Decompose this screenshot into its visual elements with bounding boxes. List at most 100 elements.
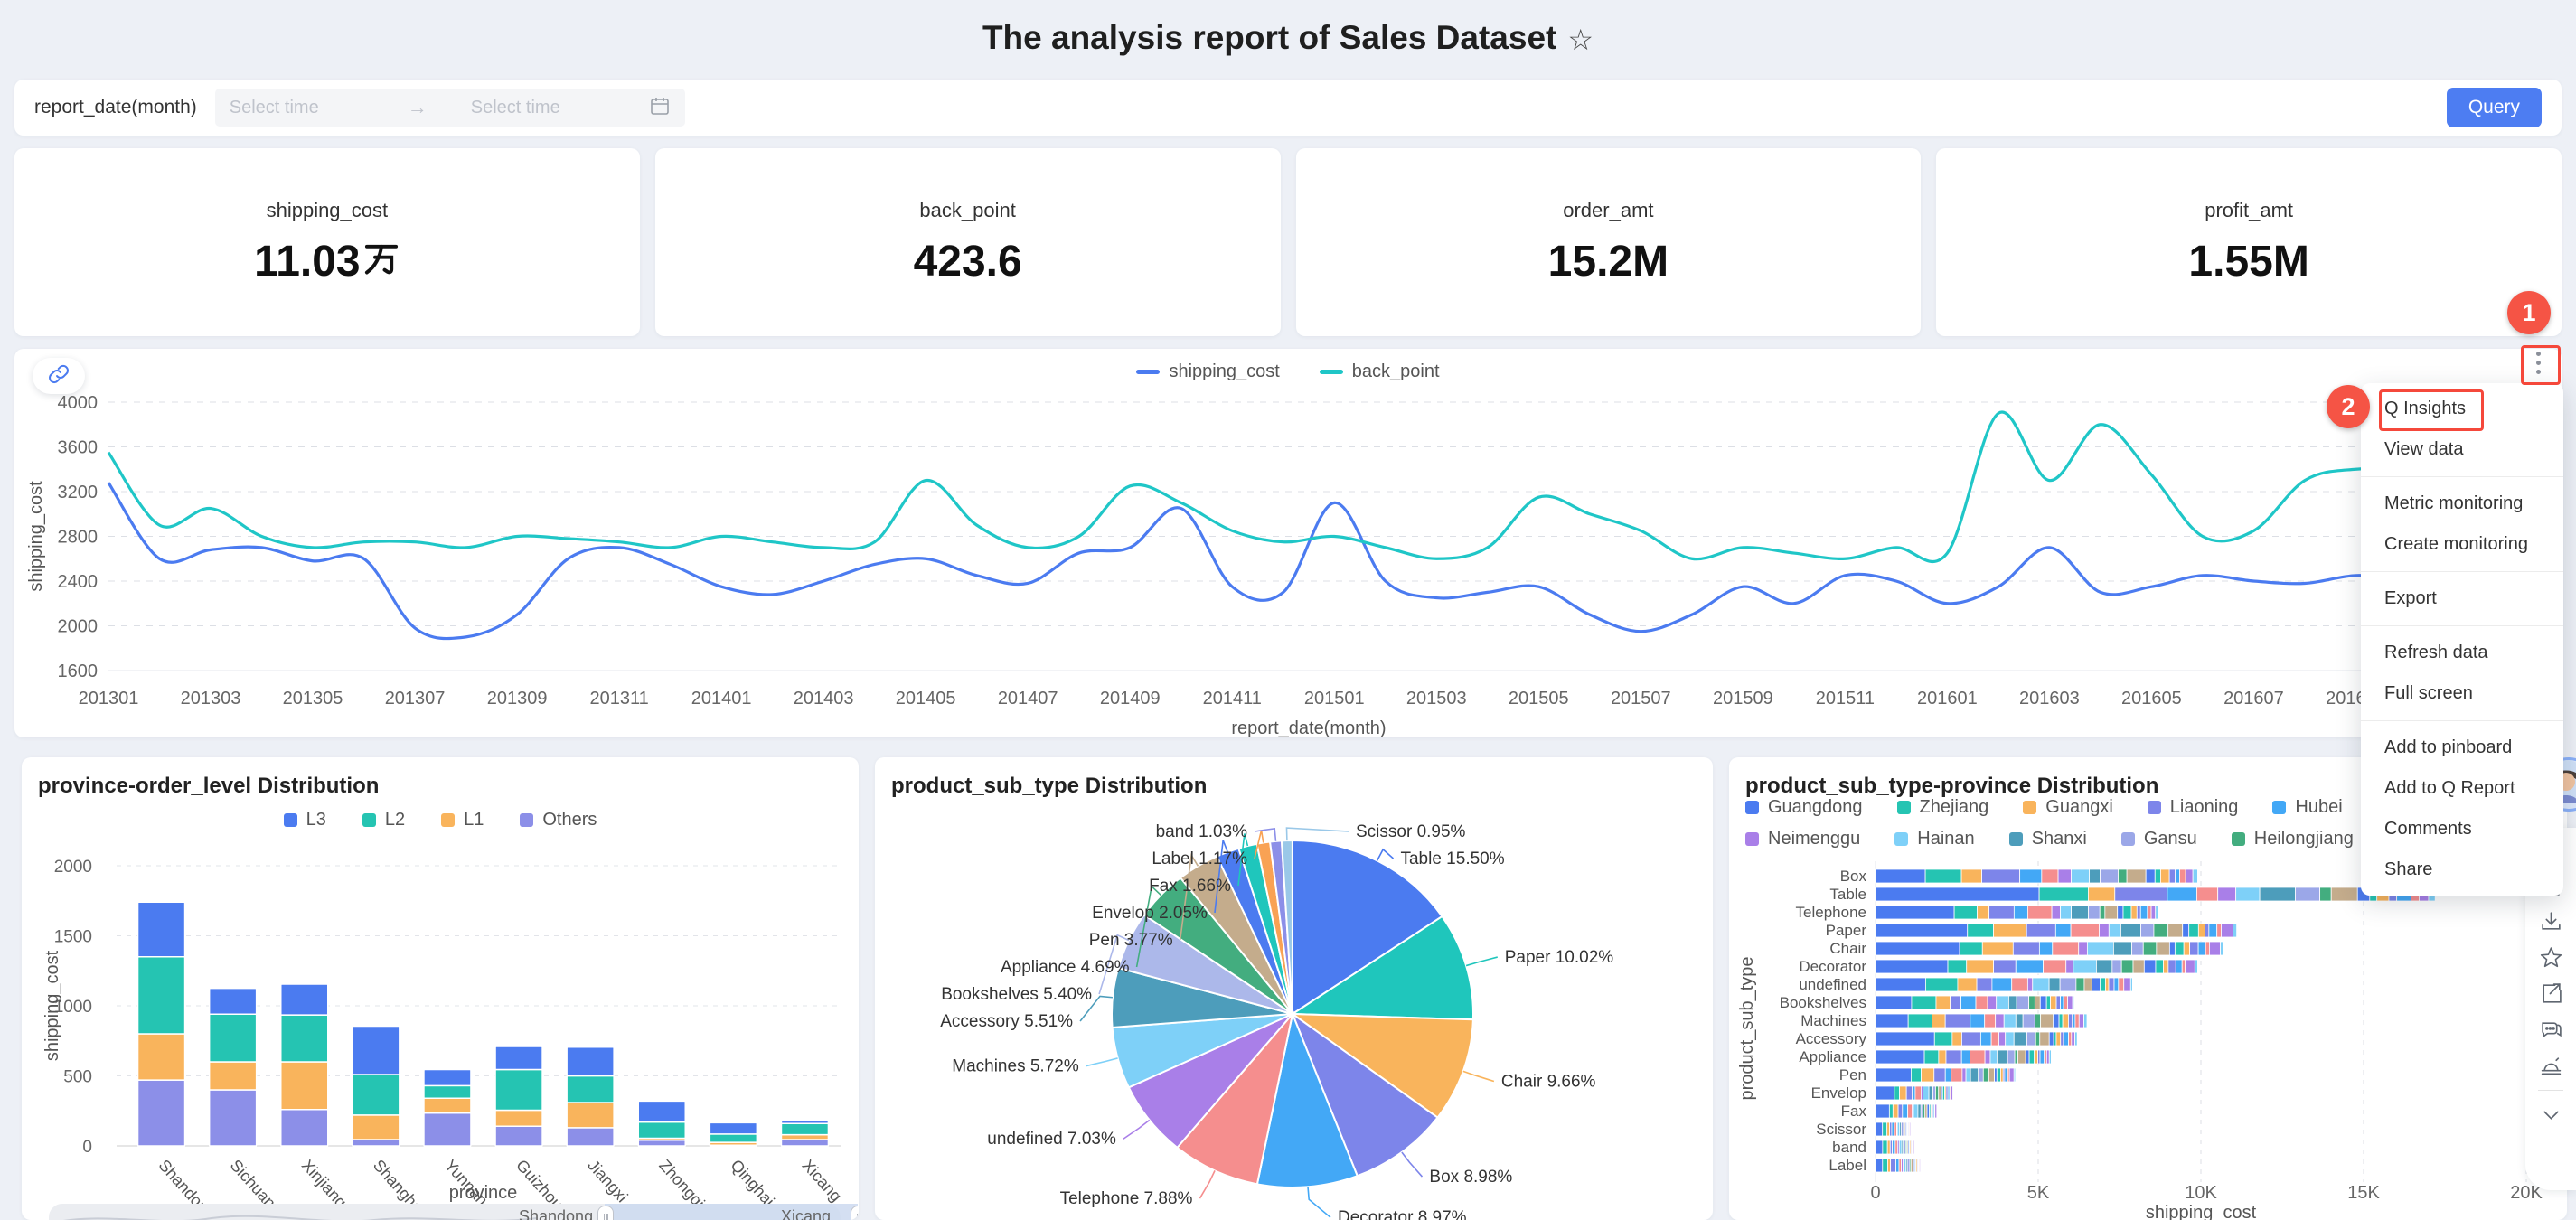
hbar-seg-Machines-Zhejiang[interactable] <box>1908 1014 1932 1028</box>
hbar-seg-Paper-Hubei[interactable] <box>2209 924 2217 937</box>
hbar-seg-Envelop-Heilongjiang[interactable] <box>1935 1086 1938 1100</box>
hbar-seg-Pen-Neimenggu[interactable] <box>1962 1068 1966 1082</box>
hbar-seg-Telephone-Shanxi[interactable] <box>2072 906 2089 919</box>
bar-Guizhou-Others[interactable] <box>495 1126 542 1146</box>
legend-item-Guangdong[interactable]: Guangdong <box>1745 797 1863 818</box>
bar-Shandong-L1[interactable] <box>138 1034 185 1080</box>
hbar-seg-Decorator-Hubei[interactable] <box>2176 960 2182 973</box>
hbar-seg-Table-Henan[interactable] <box>2196 887 2217 901</box>
hbar-seg-Pen-Anhui[interactable] <box>1988 1068 1994 1082</box>
hbar-seg-Box-Neimenggu[interactable] <box>2186 869 2193 883</box>
bar-Shandong-L3[interactable] <box>138 902 185 956</box>
bar-Shanghai-L3[interactable] <box>353 1026 400 1074</box>
hbar-seg-Pen-Hubei[interactable] <box>2005 1068 2007 1082</box>
hbar-seg-Accessory-Liaoning[interactable] <box>1961 1032 1980 1046</box>
hbar-seg-Accessory-Guangdong[interactable] <box>2049 1032 2054 1046</box>
hbar-seg-Accessory-Henan[interactable] <box>2069 1032 2072 1046</box>
legend-item-Guangxi[interactable]: Guangxi <box>2023 797 2113 818</box>
hbar-seg-Telephone-Zhejiang[interactable] <box>2123 906 2131 919</box>
hbar-seg-Accessory-Neimenggu[interactable] <box>1999 1032 2006 1046</box>
hbar-seg-Bookshelves-Gansu[interactable] <box>2017 996 2029 1009</box>
hbar-seg-Machines-Anhui[interactable] <box>2041 1014 2054 1028</box>
hbar-seg-Decorator-Shanxi[interactable] <box>2096 960 2111 973</box>
hbar-seg-Accessory-Shanxi[interactable] <box>2014 1032 2026 1046</box>
hbar-seg-Appliance-Heilongjiang[interactable] <box>2015 1050 2017 1064</box>
legend-item-Hainan[interactable]: Hainan <box>1894 829 1974 849</box>
collapse-icon[interactable] <box>2539 1103 2563 1127</box>
hbar-seg-Box-Guangdong[interactable] <box>2146 869 2155 883</box>
hbar-seg-Box-Guangxi[interactable] <box>2160 869 2169 883</box>
hbar-seg-Pen-Zhejiang[interactable] <box>1997 1068 2000 1082</box>
bar-Xinjiang-L3[interactable] <box>281 984 328 1015</box>
hbar-seg-Bookshelves-Henan[interactable] <box>2064 996 2068 1009</box>
hbar-seg-Label-Hainan[interactable] <box>1921 1159 1922 1172</box>
trend-line-chart[interactable]: 1600200024002800320036004000201301201303… <box>14 381 2562 737</box>
hbar-seg-Box-Gansu[interactable] <box>2101 869 2119 883</box>
hbar-seg-undefined-Hubei[interactable] <box>2114 978 2119 991</box>
hbar-seg-Machines-Henan[interactable] <box>1985 1014 1996 1028</box>
hbar-seg-Box-Guangdong[interactable] <box>1876 869 1925 883</box>
hbar-seg-Table-Zhejiang[interactable] <box>2039 887 2088 901</box>
hbar-seg-Chair-Gansu[interactable] <box>2132 942 2144 955</box>
hbar-seg-Box-Zhejiang[interactable] <box>2155 869 2160 883</box>
bar-Sichuan-Others[interactable] <box>210 1090 257 1146</box>
hbar-seg-Chair-Guangxi[interactable] <box>1982 942 2013 955</box>
hbar-seg-Bookshelves-Zhejiang[interactable] <box>1912 996 1936 1009</box>
hbar-seg-Box-Liaoning[interactable] <box>1982 869 2020 883</box>
hbar-seg-Pen-Hainan[interactable] <box>1966 1068 1970 1082</box>
hbar-seg-Fax-Shanxi[interactable] <box>1918 1104 1921 1118</box>
hbar-seg-Decorator-Liaoning[interactable] <box>1994 960 2017 973</box>
menu-item-comments[interactable]: Comments <box>2361 809 2563 849</box>
bar-Guizhou-L2[interactable] <box>495 1070 542 1111</box>
hbar-seg-Table-Hainan[interactable] <box>2236 887 2260 901</box>
hbar-seg-Box-Zhejiang[interactable] <box>1925 869 1961 883</box>
start-time-input[interactable]: Select time <box>230 98 408 118</box>
legend-item-Heilongjiang[interactable]: Heilongjiang <box>2232 829 2354 849</box>
hbar-seg-Envelop-Hainan[interactable] <box>1953 1086 1954 1100</box>
hbar-seg-Box-Heilongjiang[interactable] <box>2118 869 2127 883</box>
hbar-seg-Envelop-Hubei[interactable] <box>1913 1086 1915 1100</box>
hbar-seg-Label-Guangxi[interactable] <box>1887 1159 1890 1172</box>
hbar-seg-Envelop-Anhui[interactable] <box>1939 1086 1941 1100</box>
hbar-seg-Chair-Guangdong[interactable] <box>1876 942 1960 955</box>
hbar-seg-Telephone-Henan[interactable] <box>2027 906 2052 919</box>
hbar-seg-Bookshelves-Shanxi[interactable] <box>2008 996 2017 1009</box>
hbar-seg-undefined-Shanxi[interactable] <box>2049 978 2060 991</box>
kpi-card-profit-amt[interactable]: profit_amt 1.55M <box>1936 148 2562 336</box>
hbar-seg-Table-Hubei[interactable] <box>2167 887 2197 901</box>
hbar-seg-Chair-Guangdong[interactable] <box>2169 942 2175 955</box>
legend-item-Gansu[interactable]: Gansu <box>2121 829 2197 849</box>
hbar-seg-Table-Anhui[interactable] <box>2331 887 2357 901</box>
hbar-seg-undefined-Liaoning[interactable] <box>2109 978 2114 991</box>
hbar-seg-Chair-Shanxi[interactable] <box>2113 942 2131 955</box>
legend-item-Liaoning[interactable]: Liaoning <box>2148 797 2239 818</box>
hbar-seg-Telephone-Anhui[interactable] <box>2105 906 2118 919</box>
hbar-seg-Envelop-Gansu[interactable] <box>1933 1086 1936 1100</box>
kpi-card-back-point[interactable]: back_point 423.6 <box>655 148 1281 336</box>
hbar-seg-Appliance-Zhejiang[interactable] <box>2029 1050 2035 1064</box>
hbar-seg-band-Guangdong[interactable] <box>1876 1140 1883 1154</box>
hbar-seg-Bookshelves-Guangxi[interactable] <box>1936 996 1951 1009</box>
hbar-seg-Decorator-Anhui[interactable] <box>2133 960 2144 973</box>
hbar-seg-Appliance-Anhui[interactable] <box>2018 1050 2026 1064</box>
hbar-seg-Appliance-Guangxi[interactable] <box>1939 1050 1946 1064</box>
bar-Xinjiang-Others[interactable] <box>281 1110 328 1146</box>
hbar-seg-Paper-Hainan[interactable] <box>2109 924 2120 937</box>
hbar-seg-Bookshelves-Liaoning[interactable] <box>2056 996 2060 1009</box>
bar-Shandong-L2[interactable] <box>138 957 185 1034</box>
hbar-seg-Appliance-Hainan[interactable] <box>1990 1050 1997 1064</box>
hbar-seg-Decorator-Zhejiang[interactable] <box>1948 960 1967 973</box>
hbar-seg-Pen-Zhejiang[interactable] <box>1911 1068 1921 1082</box>
hbar-seg-Machines-Guangxi[interactable] <box>1932 1014 1945 1028</box>
hbar-seg-Label-Liaoning[interactable] <box>1891 1159 1896 1172</box>
hbar-seg-Decorator-Liaoning[interactable] <box>2168 960 2176 973</box>
bar-Xicang-L2[interactable] <box>781 1123 828 1134</box>
hbar-seg-Fax-Hubei[interactable] <box>1903 1104 1908 1118</box>
hbar-seg-Chair-Guangxi[interactable] <box>2184 942 2189 955</box>
hbar-seg-Appliance-Liaoning[interactable] <box>1946 1050 1961 1064</box>
menu-item-view-data[interactable]: View data <box>2361 429 2563 470</box>
hbar-seg-Paper-Gansu[interactable] <box>2141 924 2154 937</box>
datazoom-slider[interactable]: Shandong Xicang <box>49 1204 841 1220</box>
menu-item-add-to-pinboard[interactable]: Add to pinboard <box>2361 727 2563 768</box>
bar-Guizhou-L1[interactable] <box>495 1110 542 1126</box>
